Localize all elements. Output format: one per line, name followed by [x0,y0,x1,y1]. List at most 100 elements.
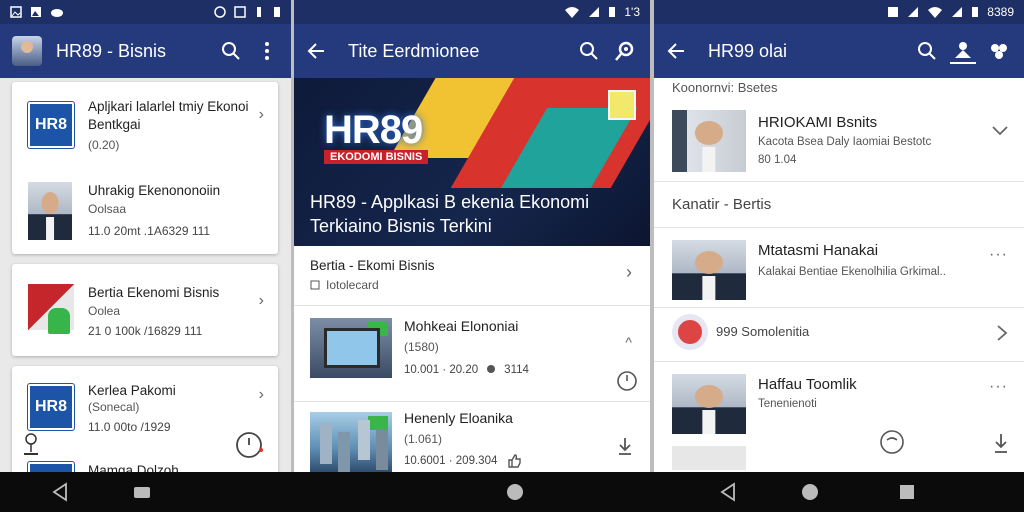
item-title: Mtatasmi Hanakai [758,242,879,259]
pane-article: 1'3 Tite Eerdmionee HR89 EKODOMI BISNIS … [294,0,650,472]
tag-icon [310,280,320,290]
back-arrow-icon[interactable] [666,41,686,61]
thumbnail [672,446,746,470]
chevron-down-icon[interactable] [992,126,1008,136]
list-item[interactable]: 999 Somolenitia [654,308,1024,362]
person-thumbnail [672,240,746,300]
chevron-right-icon[interactable]: › [259,386,264,404]
item-desc: Kalakai Bentiae Ekenolhilia Grkimal.. [758,266,946,278]
item-desc: Kacota Bsea Daly Iaomiai Bestotc [758,136,932,148]
photo-icon [31,7,41,17]
location-pin-icon[interactable] [22,432,40,456]
section-header[interactable]: Bertia - Ekomi Bisnis Iotolecard › [294,246,650,306]
recents-nav-icon[interactable] [132,482,152,502]
news-card[interactable]: Bertia Ekenomi Bisnis Oolea 21 0 100k /1… [12,264,278,356]
chevron-right-icon[interactable] [996,324,1008,342]
battery-icon [972,7,979,17]
item-desc: Tenenienoti [758,398,817,410]
item-title: Haffau Toomlik [758,376,857,393]
chevron-right-icon[interactable]: › [626,262,632,283]
chevron-right-icon[interactable]: › [259,106,264,124]
search-button[interactable] [914,38,940,64]
news-card[interactable]: HR8 Apljkari lalarlel tmiy Ekonoi Bentkg… [12,82,278,254]
hero-sub: EKODOMI BISNIS [324,150,429,164]
account-button[interactable] [612,38,638,64]
list-item[interactable]: Haffau Toomlik Tenenienoti ··· [654,362,1024,472]
status-bar [0,0,292,24]
list-item[interactable]: Mtatasmi Hanakai Kalakai Bentiae Ekenolh… [654,228,1024,308]
pane-bisnis-feed: HR89 - Bisnis HR8 Apljkari lalarlel tmiy… [0,0,292,472]
timer-icon[interactable] [616,370,638,392]
person-thumbnail [672,110,746,172]
city-thumbnail [310,412,392,472]
person-thumbnail [28,182,72,240]
card-meta: Oolsaa [88,202,127,216]
app-bar: Tite Eerdmionee [294,24,650,78]
card-stats: 11.0 20mt .1A6329 111 [88,224,211,238]
item-meta: 80 1.04 [758,154,797,166]
overflow-menu-button[interactable] [254,38,280,64]
hero-caption: HR89 - Applkasi B ekenia Ekonomi Terkiai… [310,192,590,236]
search-button[interactable] [218,38,244,64]
laptop-thumbnail [310,318,392,378]
notification-icon [888,7,899,17]
news-card[interactable]: HR8 Kerlea Pakomi (Sonecal) 11.0 00to /1… [12,366,278,472]
profile-avatar[interactable] [12,36,42,66]
card-meta: (Sonecal) [88,400,140,414]
home-nav-icon[interactable] [800,482,820,502]
people-tab[interactable] [950,38,976,64]
list-item[interactable]: HRIOKAMI Bsnits Kacota Bsea Daly Iaomiai… [654,100,1024,182]
back-nav-icon[interactable] [718,482,738,502]
card-meta: (0.20) [88,138,120,152]
more-vert-icon [265,42,269,60]
chevron-up-icon[interactable]: ^ [625,334,632,350]
item-title: Henenly Eloanika [404,410,513,426]
group-button[interactable] [986,38,1012,64]
badge-icon [608,90,636,120]
usb-icon [257,7,261,17]
card-title: Mamga Dolzoh [88,463,179,472]
chat-icon[interactable] [878,428,906,456]
app-title: Tite Eerdmionee [348,40,480,61]
status-bar: 1'3 [294,0,650,24]
back-arrow-icon[interactable] [306,41,326,61]
more-horiz-icon[interactable]: ··· [989,246,1008,264]
section-subtitle: Iotolecard [326,278,379,292]
item-meta: (1580) [404,340,439,354]
signal-icon [908,7,919,17]
hero-brand: HR89 [324,108,423,152]
flag-thumbnail [28,284,74,334]
search-icon [918,42,936,60]
alarm-icon [214,6,226,18]
chevron-right-icon[interactable]: › [259,292,264,310]
timer-icon[interactable] [234,430,264,460]
section-title: Kanatir - Bertis [672,196,772,213]
download-icon[interactable] [616,436,634,456]
card-title: Uhrakig Ekenononoiin [88,183,221,198]
more-horiz-icon[interactable]: ··· [989,378,1008,396]
person-thumbnail [672,374,746,434]
search-button[interactable] [576,38,602,64]
home-nav-icon[interactable] [505,482,525,502]
list-item[interactable]: Henenly Eloanika (1.061) 10.6001 · 209.3… [294,402,650,472]
item-title: Mohkeai Elononiai [404,318,519,334]
back-nav-icon[interactable] [50,482,70,502]
notification-icon [234,6,246,18]
hr89-logo [28,462,74,472]
image-icon [10,6,22,18]
location-icon [487,365,496,373]
app-title: HR99 olai [708,40,788,61]
thumb-up-icon[interactable] [507,454,522,468]
hero-banner[interactable]: HR89 EKODOMI BISNIS HR89 - Applkasi B ek… [294,78,650,246]
download-icon[interactable] [992,432,1010,454]
wifi-icon [565,7,580,18]
section-label: Koonornvi: Bsetes [672,80,778,95]
list-item[interactable]: Mohkeai Elononiai (1580) 10.001 · 20.20 … [294,306,650,402]
recents-nav-icon[interactable] [897,482,917,502]
card-title: Bertia Ekenomi Bisnis [88,285,220,300]
card-title: Apljkari lalarlel tmiy Ekonoi Bentkgai [88,99,249,132]
group-icon [991,44,1007,59]
card-stats: 21 0 100k /16829 111 [88,324,203,338]
wifi-icon [928,7,943,18]
item-count: 3114 [504,364,529,376]
